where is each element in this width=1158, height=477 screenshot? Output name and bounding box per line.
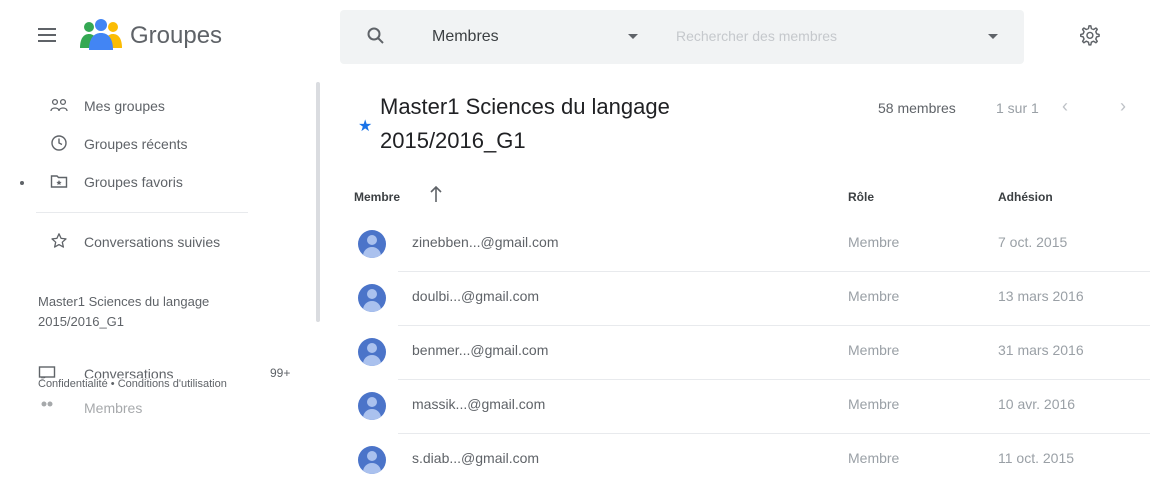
member-joined-date: 11 oct. 2015 [998,450,1075,466]
search-icon[interactable] [366,26,386,46]
member-email[interactable]: massik...@gmail.com [412,396,545,412]
group-title: Master1 Sciences du langage 2015/2016_G1 [380,94,670,153]
sidebar-item-followed-conversations[interactable]: Conversations suivies [0,230,300,254]
members-icon [41,401,53,407]
folder-star-icon [50,175,68,188]
member-joined-date: 10 avr. 2016 [998,396,1076,412]
member-joined-date: 7 oct. 2015 [998,234,1068,250]
member-email[interactable]: s.diab...@gmail.com [412,450,539,466]
conversations-count-badge: 99+ [270,366,291,380]
sidebar-item-recent-groups[interactable]: Groupes récents [0,132,300,156]
menu-bar [38,40,56,42]
column-header-role[interactable]: Rôle [848,190,874,204]
sidebar-divider [36,212,248,213]
sidebar-group-name[interactable]: Master1 Sciences du langage 2015/2016_G1 [38,292,278,332]
menu-bar [38,34,56,36]
table-row[interactable]: s.diab...@gmail.com Membre 11 oct. 2015 [340,434,1150,477]
sidebar-item-label: Membres [84,400,143,416]
member-joined-date: 13 mars 2016 [998,288,1084,304]
avatar [358,230,386,258]
groups-logo-icon [80,19,122,50]
terms-link[interactable]: Conditions d'utilisation [118,378,227,390]
scope-dropdown-icon[interactable] [628,34,638,39]
sidebar-footer: Confidentialité • Conditions d'utilisati… [38,378,227,390]
table-row[interactable]: doulbi...@gmail.com Membre 13 mars 2016 [340,272,1150,326]
table-row[interactable]: massik...@gmail.com Membre 10 avr. 2016 [340,380,1150,434]
member-role: Membre [848,234,900,250]
search-input[interactable] [676,24,956,48]
member-email[interactable]: zinebben...@gmail.com [412,234,559,250]
member-role: Membre [848,342,900,358]
member-role: Membre [848,288,900,304]
member-email[interactable]: doulbi...@gmail.com [412,288,539,304]
app-title[interactable]: Groupes [130,22,222,50]
search-scope-select[interactable]: Membres [432,28,499,46]
privacy-link[interactable]: Confidentialité [38,378,108,390]
menu-bar [38,28,56,30]
member-joined-date: 31 mars 2016 [998,342,1084,358]
avatar [358,446,386,474]
previous-page-icon[interactable]: ‹ [1062,96,1068,117]
table-row[interactable]: zinebben...@gmail.com Membre 7 oct. 2015 [340,218,1150,272]
star-outline-icon [51,233,67,248]
sidebar-item-label: Conversations suivies [84,234,221,250]
pagination-label: 1 sur 1 [996,100,1039,116]
avatar [358,284,386,312]
sidebar-scrollbar[interactable] [316,82,320,322]
member-email[interactable]: benmer...@gmail.com [412,342,548,358]
column-header-member[interactable]: Membre [354,190,400,204]
member-role: Membre [848,450,900,466]
sidebar-item-favorite-groups[interactable]: Groupes favoris [0,170,300,194]
search-options-dropdown-icon[interactable] [988,34,998,39]
sidebar-item-members[interactable]: Membres [0,396,300,420]
favorite-star-icon[interactable]: ★ [358,116,372,136]
column-header-joined[interactable]: Adhésion [998,190,1053,204]
member-role: Membre [848,396,900,412]
sidebar-item-my-groups[interactable]: Mes groupes [0,94,300,118]
next-page-icon[interactable]: › [1120,96,1126,117]
clock-icon [51,135,67,151]
gear-icon[interactable] [1078,24,1100,46]
table-row[interactable]: benmer...@gmail.com Membre 31 mars 2016 [340,326,1150,380]
sidebar-item-label: Mes groupes [84,98,165,114]
sidebar-item-label: Groupes favoris [84,174,183,190]
avatar [358,338,386,366]
main-menu-button[interactable] [38,28,56,42]
member-count: 58 membres [878,100,956,116]
footer-separator: • [110,378,115,390]
groups-icon [50,98,68,112]
sort-ascending-icon[interactable] [428,184,444,204]
sidebar-item-label: Groupes récents [84,136,188,152]
avatar [358,392,386,420]
